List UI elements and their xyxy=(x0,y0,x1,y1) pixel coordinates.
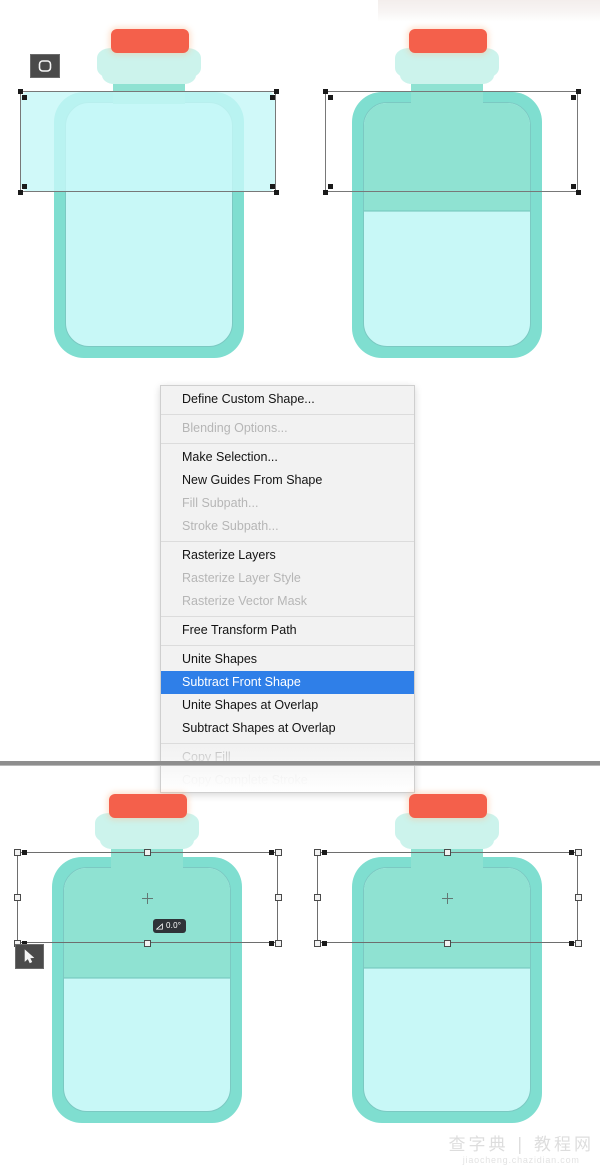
path-anchor-point[interactable] xyxy=(322,941,327,946)
menu-item-unite-shapes-at-overlap[interactable]: Unite Shapes at Overlap xyxy=(161,694,414,717)
path-anchor-point[interactable] xyxy=(576,190,581,195)
screenshot-canvas: Define Custom Shape... Blending Options.… xyxy=(0,0,600,1170)
path-anchor-point[interactable] xyxy=(270,184,275,189)
bottle-graphic-bottom-right xyxy=(338,785,556,1125)
path-anchor-point[interactable] xyxy=(571,95,576,100)
path-anchor-point[interactable] xyxy=(22,850,27,855)
path-anchor-point[interactable] xyxy=(274,89,279,94)
menu-item-rasterize-vector-mask: Rasterize Vector Mask xyxy=(182,594,308,608)
bottle-cap xyxy=(409,29,487,53)
angle-value: 0.0° xyxy=(166,921,182,930)
path-anchor-point[interactable] xyxy=(576,89,581,94)
bottle-fill-line xyxy=(64,977,230,979)
shape-context-menu[interactable]: Define Custom Shape... Blending Options.… xyxy=(160,385,415,793)
path-anchor-point[interactable] xyxy=(269,850,274,855)
menu-item-stroke-subpath: Stroke Subpath... xyxy=(182,519,279,533)
menu-separator xyxy=(161,743,414,744)
path-anchor-point[interactable] xyxy=(269,941,274,946)
path-anchor-point[interactable] xyxy=(18,190,23,195)
transform-handle-top-right[interactable] xyxy=(275,849,282,856)
bottle-cap xyxy=(111,29,189,53)
path-anchor-point[interactable] xyxy=(22,184,27,189)
menu-item-copy-fill: Copy Fill xyxy=(182,750,231,764)
path-anchor-point[interactable] xyxy=(22,95,27,100)
path-anchor-point[interactable] xyxy=(569,850,574,855)
menu-separator xyxy=(161,541,414,542)
rounded-rectangle-tool-icon xyxy=(30,54,60,78)
path-anchor-point[interactable] xyxy=(328,95,333,100)
menu-item-rasterize-layer-style: Rasterize Layer Style xyxy=(182,571,301,585)
bottle-fill-line xyxy=(364,967,530,969)
bottle-graphic-bottom-left xyxy=(38,785,256,1125)
path-anchor-point[interactable] xyxy=(18,89,23,94)
menu-item-subtract-front-shape[interactable]: Subtract Front Shape xyxy=(161,671,414,694)
menu-item-rasterize-layers[interactable]: Rasterize Layers xyxy=(161,544,414,567)
bottle-cap xyxy=(409,794,487,818)
menu-item-blending-options: Blending Options... xyxy=(182,421,288,435)
path-selection-frame-top-left[interactable] xyxy=(20,91,276,192)
menu-item-subtract-shapes-at-overlap[interactable]: Subtract Shapes at Overlap xyxy=(161,717,414,740)
menu-separator xyxy=(161,645,414,646)
transform-handle-top-center[interactable] xyxy=(444,849,451,856)
bottle-cap xyxy=(109,794,187,818)
watermark-site-name: 查字典 | 教程网 xyxy=(448,1135,594,1155)
menu-item-make-selection[interactable]: Make Selection... xyxy=(161,446,414,469)
path-selection-frame-top-right[interactable] xyxy=(325,91,578,192)
watermark: 查字典 | 教程网 jiaocheng.chazidian.com xyxy=(448,1136,594,1166)
transform-handle-middle-left[interactable] xyxy=(314,894,321,901)
bottle-collar-lower xyxy=(400,829,494,849)
transform-handle-top-center[interactable] xyxy=(144,849,151,856)
transform-handle-middle-right[interactable] xyxy=(575,894,582,901)
transform-handle-middle-right[interactable] xyxy=(275,894,282,901)
bottle-collar-lower xyxy=(102,64,196,84)
transform-handle-bottom-right[interactable] xyxy=(275,940,282,947)
top-right-wash xyxy=(378,0,600,22)
menu-item-define-custom-shape[interactable]: Define Custom Shape... xyxy=(161,388,414,411)
menu-item-free-transform-path[interactable]: Free Transform Path xyxy=(161,619,414,642)
transform-handle-top-left[interactable] xyxy=(14,849,21,856)
transform-reference-point-icon[interactable] xyxy=(142,893,153,904)
path-anchor-point[interactable] xyxy=(274,190,279,195)
menu-item-new-guides-from-shape[interactable]: New Guides From Shape xyxy=(161,469,414,492)
transform-handle-middle-left[interactable] xyxy=(14,894,21,901)
path-anchor-point[interactable] xyxy=(571,184,576,189)
transform-handle-top-left[interactable] xyxy=(314,849,321,856)
transform-reference-point-icon[interactable] xyxy=(442,893,453,904)
transform-handle-bottom-center[interactable] xyxy=(144,940,151,947)
transform-handle-bottom-center[interactable] xyxy=(444,940,451,947)
path-selection-arrow-icon xyxy=(15,944,44,969)
path-anchor-point[interactable] xyxy=(328,184,333,189)
transform-handle-bottom-right[interactable] xyxy=(575,940,582,947)
menu-item-unite-shapes[interactable]: Unite Shapes xyxy=(161,648,414,671)
transform-handle-top-right[interactable] xyxy=(575,849,582,856)
menu-separator xyxy=(161,443,414,444)
path-anchor-point[interactable] xyxy=(569,941,574,946)
transform-angle-tooltip: 0.0° xyxy=(153,919,187,933)
transform-handle-bottom-left[interactable] xyxy=(314,940,321,947)
menu-item-fill-subpath: Fill Subpath... xyxy=(182,496,259,510)
bottle-collar-lower xyxy=(400,64,494,84)
panel-divider xyxy=(0,761,600,765)
path-anchor-point[interactable] xyxy=(323,190,328,195)
menu-separator xyxy=(161,414,414,415)
rotate-angle-icon xyxy=(156,922,163,930)
menu-separator xyxy=(161,616,414,617)
bottle-collar-lower xyxy=(100,829,194,849)
path-anchor-point[interactable] xyxy=(270,95,275,100)
path-anchor-point[interactable] xyxy=(323,89,328,94)
watermark-url: jiaocheng.chazidian.com xyxy=(462,1155,580,1165)
path-anchor-point[interactable] xyxy=(322,850,327,855)
bottle-fill-line xyxy=(364,210,530,212)
